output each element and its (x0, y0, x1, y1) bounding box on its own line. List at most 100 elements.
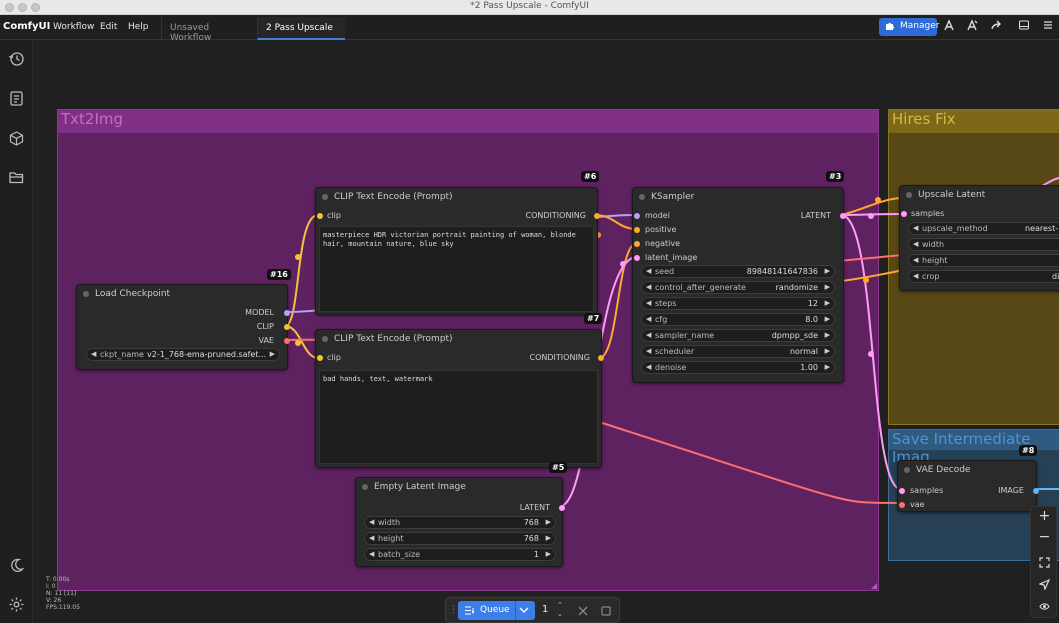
app-root: *2 Pass Upscale - ComfyUI ComfyUI Workfl… (0, 0, 1059, 623)
output-clip-pin[interactable] (284, 324, 290, 330)
cancel-icon[interactable] (578, 606, 588, 616)
fit-view-icon[interactable] (1039, 557, 1050, 568)
puzzle-icon (886, 22, 895, 30)
bottom-panel-toggle-icon[interactable] (1016, 19, 1032, 35)
queue-count-stepper[interactable]: ⌃ ⌄ (557, 601, 563, 619)
history-icon[interactable] (8, 50, 25, 67)
model-update-icon[interactable] (964, 19, 980, 35)
menu-edit[interactable]: Edit (100, 22, 117, 32)
node-collapse-dot[interactable] (322, 336, 328, 342)
tab-unsaved-workflow[interactable]: Unsaved Workflow (161, 17, 257, 43)
node-title[interactable]: Load Checkpoint (77, 285, 287, 303)
node-collapse-dot[interactable] (906, 192, 912, 198)
input-latent-image-label: latent_image (645, 253, 698, 262)
input-latent-image-pin[interactable] (634, 255, 640, 261)
output-latent-label: LATENT (800, 211, 831, 220)
widget-cfg[interactable]: ◀ cfg 8.0 ▶ (641, 313, 835, 326)
prompt-textarea[interactable]: bad hands, text, watermark (319, 370, 598, 464)
folder-icon[interactable] (8, 169, 25, 186)
theme-moon-icon[interactable] (8, 557, 25, 574)
input-positive-pin[interactable] (634, 227, 640, 233)
prompt-textarea[interactable]: masterpiece HDR victorian portrait paint… (319, 226, 594, 312)
menu-help[interactable]: Help (128, 22, 149, 32)
model-library-icon[interactable] (8, 130, 25, 147)
zoom-out-icon[interactable]: − (1031, 529, 1058, 545)
widget-scheduler[interactable]: ◀ scheduler normal ▶ (641, 345, 835, 358)
input-clip-pin[interactable] (317, 355, 323, 361)
output-conditioning-pin[interactable] (594, 213, 600, 219)
node-title[interactable]: CLIP Text Encode (Prompt) (316, 330, 601, 348)
app-logo[interactable]: ComfyUI (3, 21, 50, 32)
output-latent-pin[interactable] (559, 505, 565, 511)
output-model-pin[interactable] (284, 310, 290, 316)
widget-ckpt-name[interactable]: ◀ ckpt_name v2-1_768-ema-pruned.safet...… (86, 348, 280, 361)
node-title[interactable]: VAE Decode (898, 461, 1036, 479)
output-latent-pin[interactable] (840, 213, 846, 219)
zoom-in-icon[interactable]: + (1031, 508, 1058, 524)
widget-width[interactable]: ◀ width 768 ▶ (364, 516, 556, 529)
widget-sampler-name[interactable]: ◀ sampler_name dpmpp_sde ▶ (641, 329, 835, 342)
widget-steps[interactable]: ◀ steps 12 ▶ (641, 297, 835, 310)
node-id-badge: #7 (584, 313, 603, 324)
share-icon[interactable] (988, 19, 1004, 35)
node-load-checkpoint[interactable]: Load Checkpoint MODEL CLIP VAE ◀ ckpt_na… (76, 284, 290, 370)
node-title[interactable]: Upscale Latent (900, 186, 1059, 204)
widget-control-after-generate[interactable]: ◀ control_after_generate randomize ▶ (641, 281, 835, 294)
widget-height[interactable]: ◀ height (908, 254, 1059, 267)
output-conditioning-pin[interactable] (598, 355, 604, 361)
node-clip-text-encode-negative[interactable]: CLIP Text Encode (Prompt) clip CONDITION… (315, 329, 604, 468)
widget-width[interactable]: ◀ width (908, 238, 1059, 251)
node-collapse-dot[interactable] (322, 194, 328, 200)
node-collapse-dot[interactable] (362, 484, 368, 490)
input-model-pin[interactable] (634, 213, 640, 219)
widget-height[interactable]: ◀ height 768 ▶ (364, 532, 556, 545)
node-title[interactable]: CLIP Text Encode (Prompt) (316, 188, 597, 206)
node-upscale-latent[interactable]: Upscale Latent samples ◀ upscale_method ne… (899, 185, 1059, 291)
node-collapse-dot[interactable] (83, 291, 89, 297)
pointer-mode-icon[interactable] (1039, 579, 1050, 590)
node-clip-text-encode-positive[interactable]: CLIP Text Encode (Prompt) clip CONDITION… (315, 187, 600, 315)
toggle-links-eye-icon[interactable] (1039, 601, 1050, 612)
manager-button[interactable]: Manager (879, 18, 939, 36)
node-id-badge: #3 (826, 171, 845, 182)
node-title[interactable]: Empty Latent Image (356, 478, 562, 496)
tab-2-pass-upscale[interactable]: 2 Pass Upscale (257, 17, 345, 40)
widget-batch-size[interactable]: ◀ batch_size 1 ▶ (364, 548, 556, 561)
node-collapse-dot[interactable] (639, 194, 645, 200)
input-clip-pin[interactable] (317, 213, 323, 219)
node-empty-latent-image[interactable]: Empty Latent Image LATENT ◀ width 768 ▶ ◀ he… (355, 477, 565, 567)
window-titlebar: *2 Pass Upscale - ComfyUI (0, 0, 1059, 15)
stop-icon[interactable] (601, 606, 611, 616)
output-vae-pin[interactable] (284, 338, 290, 344)
widget-denoise[interactable]: ◀ denoise 1.00 ▶ (641, 361, 835, 374)
menu-workflow[interactable]: Workflow (53, 22, 94, 32)
arrow-right-icon: ▶ (269, 350, 275, 358)
node-id-badge: #16 (267, 269, 291, 280)
widget-upscale-method[interactable]: ◀ upscale_method nearest- (908, 222, 1059, 235)
window-title: *2 Pass Upscale - ComfyUI (470, 1, 589, 11)
input-samples-pin[interactable] (899, 488, 905, 494)
drag-handle-icon[interactable]: ⋮ (449, 605, 458, 615)
node-vae-decode[interactable]: VAE Decode samples vae IMAGE (897, 460, 1039, 512)
input-negative-pin[interactable] (634, 241, 640, 247)
hamburger-menu-icon[interactable] (1040, 19, 1056, 35)
output-clip-label: CLIP (256, 322, 274, 331)
node-id-badge: #5 (549, 462, 568, 473)
chevron-down-icon[interactable] (519, 607, 529, 614)
model-download-icon[interactable] (941, 19, 957, 35)
render-stats: T: 0.00s I: 0 N: 11 [11] V: 26 FPS:119.0… (46, 576, 80, 611)
graph-canvas[interactable]: Txt2Img Hires Fix Save Intermediate Imag (33, 40, 1059, 623)
queue-button[interactable]: Queue (458, 601, 535, 620)
input-samples-pin[interactable] (901, 211, 907, 217)
settings-gear-icon[interactable] (8, 596, 25, 613)
node-ksampler[interactable]: KSampler model positive negative latent_… (632, 187, 846, 383)
input-vae-pin[interactable] (899, 502, 905, 508)
node-library-icon[interactable] (8, 90, 25, 107)
node-collapse-dot[interactable] (904, 467, 910, 473)
queue-count-input[interactable]: 1 (542, 604, 548, 615)
widget-crop[interactable]: ◀cropdisa (908, 270, 1059, 283)
input-clip-label: clip (327, 353, 341, 362)
widget-seed[interactable]: ◀ seed 89848141647836 ▶ (641, 265, 835, 278)
output-image-pin[interactable] (1033, 488, 1039, 494)
node-title[interactable]: KSampler (633, 188, 843, 206)
